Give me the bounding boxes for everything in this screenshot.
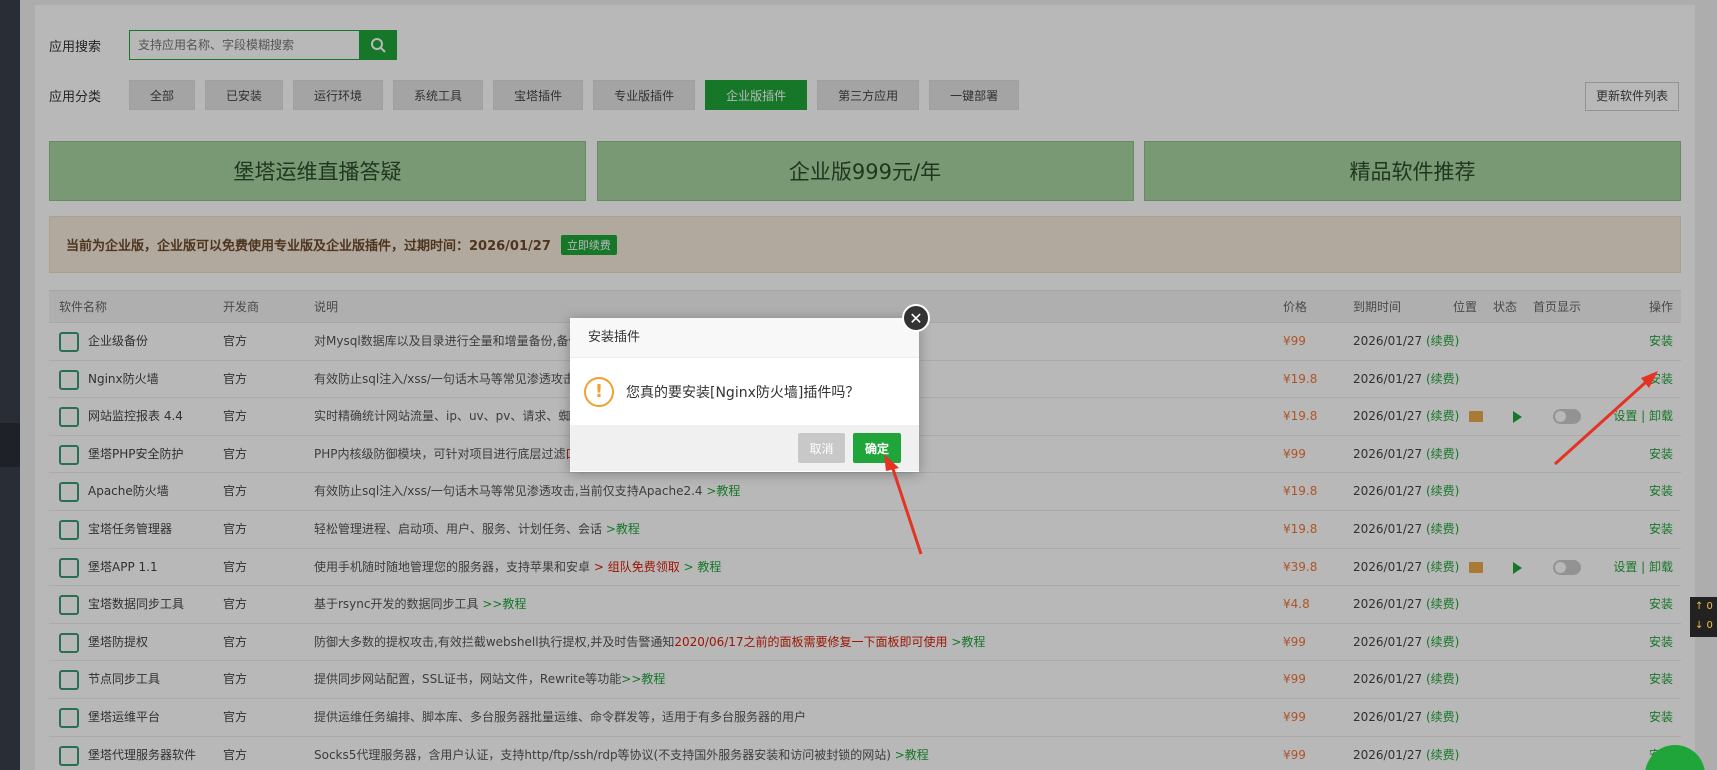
dialog-footer: 取消 确定 — [570, 425, 919, 471]
confirm-button[interactable]: 确定 — [853, 433, 901, 463]
dialog-body: ! 您真的要安装[Nginx防火墙]插件吗？ — [570, 358, 919, 425]
dialog-title: 安装插件 — [570, 318, 919, 358]
network-speed-widget: ↑ 0 ↓ 0 — [1690, 597, 1717, 637]
close-icon[interactable]: ✕ — [902, 304, 930, 332]
cancel-button[interactable]: 取消 — [798, 433, 845, 463]
dialog-message: 您真的要安装[Nginx防火墙]插件吗？ — [626, 384, 860, 401]
upload-speed: ↑ 0 — [1695, 601, 1713, 612]
install-plugin-dialog: 安装插件 ! 您真的要安装[Nginx防火墙]插件吗？ 取消 确定 — [570, 318, 919, 472]
download-speed: ↓ 0 — [1695, 620, 1713, 631]
warning-icon: ! — [584, 376, 614, 407]
